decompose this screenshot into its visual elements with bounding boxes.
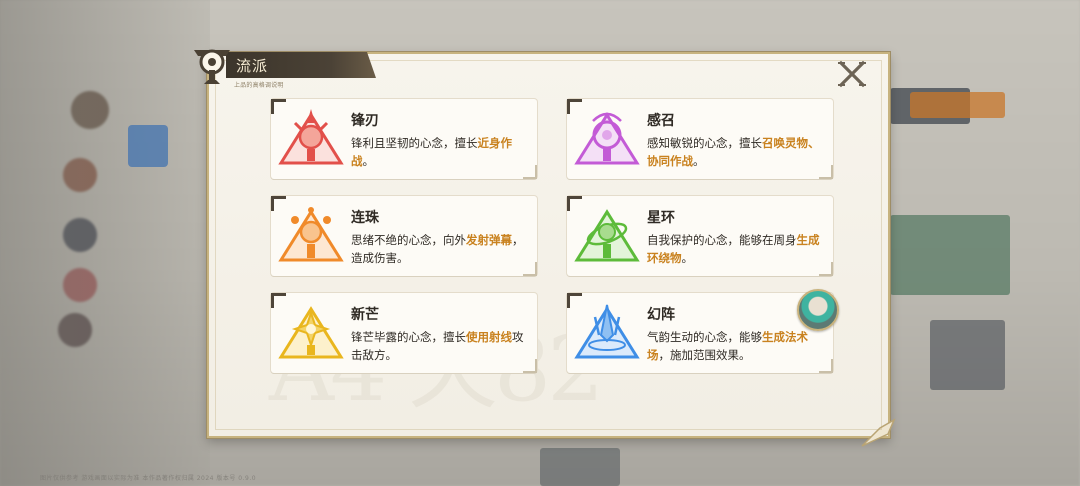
blade-crest-icon: [278, 109, 344, 165]
background-orange-button: [910, 92, 1005, 118]
formation-crest-icon: [574, 304, 640, 359]
summon-crest-icon: [574, 112, 640, 165]
background-dark-tile-2: [930, 320, 1005, 390]
background-sidebar: [0, 0, 210, 486]
description-tail: 。: [693, 154, 705, 168]
school-card-summon[interactable]: 感召 感知敏锐的心念，擅长召唤灵物、协同作战。: [567, 99, 833, 179]
description-tail: 。: [362, 154, 375, 168]
orbit-crest-icon: [574, 209, 640, 262]
school-description: 思绪不绝的心念，向外发射弹幕，造成伤害。: [351, 231, 531, 267]
close-icon: [838, 60, 866, 88]
character-avatar[interactable]: [797, 289, 839, 331]
panel-subtitle: 上品的高格调说明: [234, 82, 284, 89]
description-text: 锋利且坚韧的心念，擅长: [351, 136, 478, 150]
school-description: 锋利且坚韧的心念，擅长近身作战。: [351, 134, 531, 170]
school-description: 锋芒毕露的心念，擅长使用射线攻击敌方。: [351, 328, 531, 364]
barrage-crest-icon: [278, 207, 344, 262]
school-name: 锋刃: [351, 113, 379, 129]
description-text: 思绪不绝的心念，向外: [351, 233, 466, 247]
description-highlight: 使用射线: [466, 330, 512, 344]
description-tail: ，施加范围效果。: [658, 348, 751, 362]
description-highlight: 发射弹幕: [466, 233, 512, 247]
school-name: 连珠: [351, 210, 379, 226]
school-card-blade[interactable]: 锋刃 锋利且坚韧的心念，擅长近身作战。: [271, 99, 537, 179]
footer-fine-print: 图片仅供参考 游戏画面以实际为准 本作品著作权归属 2024 版本号 0.9.0: [40, 475, 257, 482]
description-text: 感知敏锐的心念，擅长: [647, 136, 762, 150]
school-description: 气韵生动的心念，能够生成法术场，施加范围效果。: [647, 328, 827, 364]
school-name: 感召: [647, 113, 675, 129]
description-text: 锋芒毕露的心念，擅长: [351, 330, 466, 344]
school-name: 星环: [647, 210, 675, 226]
ray-crest-icon: [278, 306, 344, 359]
school-card-formation[interactable]: 幻阵 气韵生动的心念，能够生成法术场，施加范围效果。: [567, 293, 833, 373]
description-text: 气韵生动的心念，能够: [647, 330, 762, 344]
corner-ornament-icon: [861, 418, 896, 447]
school-name: 新芒: [351, 307, 379, 323]
school-name: 幻阵: [647, 307, 675, 323]
school-card-barrage[interactable]: 连珠 思绪不绝的心念，向外发射弹幕，造成伤害。: [271, 196, 537, 276]
description-text: 自我保护的心念，能够在周身: [647, 233, 797, 247]
school-card-ray[interactable]: 新芒 锋芒毕露的心念，擅长使用射线攻击敌方。: [271, 293, 537, 373]
school-description: 感知敏锐的心念，擅长召唤灵物、协同作战。: [647, 134, 827, 170]
background-blue-tile: [128, 125, 168, 167]
panel-title: 流派: [236, 57, 269, 75]
school-emblem-icon: [194, 49, 230, 84]
school-description: 自我保护的心念，能够在周身生成环绕物。: [647, 231, 827, 267]
close-button[interactable]: [834, 58, 870, 90]
background-bottom-tile: [540, 448, 620, 486]
panel-title-tab: 流派 上品的高格调说明: [188, 40, 378, 89]
description-tail: 。: [681, 251, 694, 265]
school-card-orbit[interactable]: 星环 自我保护的心念，能够在周身生成环绕物。: [567, 196, 833, 276]
background-green-tile: [890, 215, 1010, 295]
